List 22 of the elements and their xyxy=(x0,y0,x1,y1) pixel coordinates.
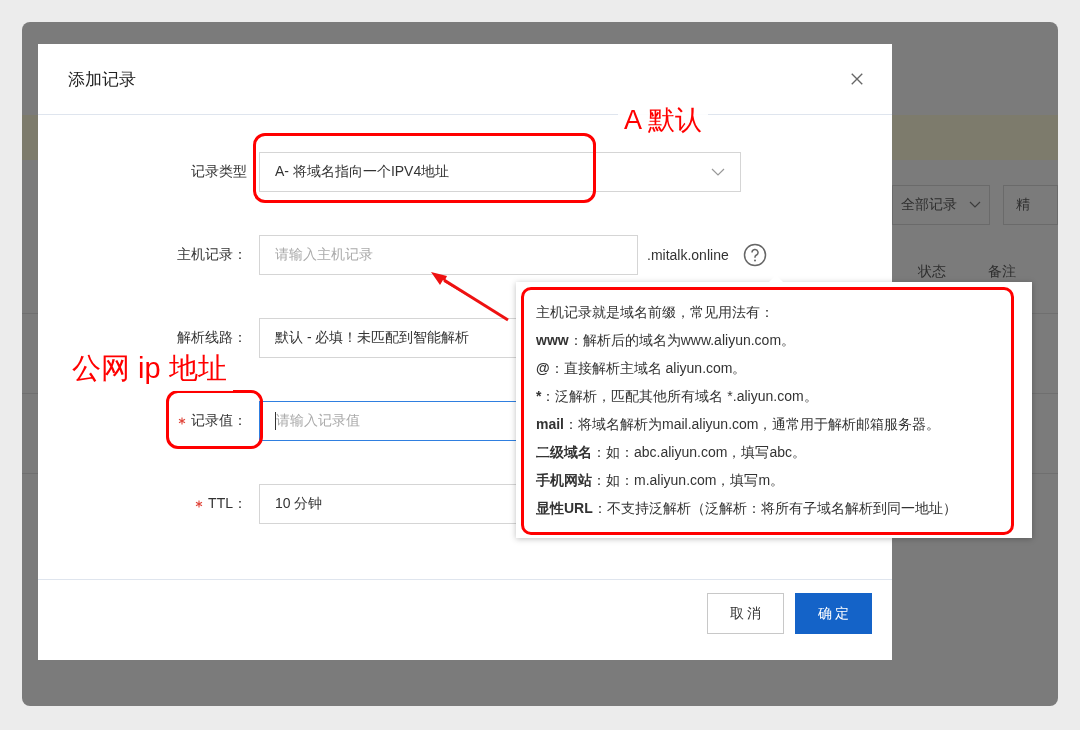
record-type-select[interactable]: A- 将域名指向一个IPV4地址 xyxy=(259,152,741,192)
column-header: 备注 xyxy=(988,263,1016,281)
help-icon[interactable] xyxy=(742,243,767,267)
field-label: TTL： xyxy=(208,495,247,513)
dialog-title: 添加记录 xyxy=(68,68,136,91)
field-label: 记录值： xyxy=(191,412,247,430)
required-icon xyxy=(178,417,186,425)
tooltip-line: @：直接解析主域名 aliyun.com。 xyxy=(536,359,748,378)
domain-suffix: .mitalk.online xyxy=(647,247,729,263)
field-label: 主机记录： xyxy=(177,246,247,264)
field-label: 解析线路： xyxy=(177,329,247,347)
cancel-button[interactable]: 取 消 xyxy=(707,593,784,634)
field-label: 记录类型 xyxy=(191,163,247,181)
filter-dropdown[interactable]: 全部记录 xyxy=(892,185,991,225)
required-icon xyxy=(195,500,204,508)
search-mode-button[interactable]: 精 xyxy=(1003,185,1058,225)
chevron-down-icon xyxy=(711,168,725,176)
chevron-down-icon xyxy=(969,201,981,209)
column-header: 状态 xyxy=(918,263,946,281)
tooltip-line: 二级域名：如：abc.aliyun.com，填写abc。 xyxy=(536,443,807,462)
close-icon[interactable] xyxy=(850,72,864,86)
confirm-button[interactable]: 确 定 xyxy=(795,593,872,634)
